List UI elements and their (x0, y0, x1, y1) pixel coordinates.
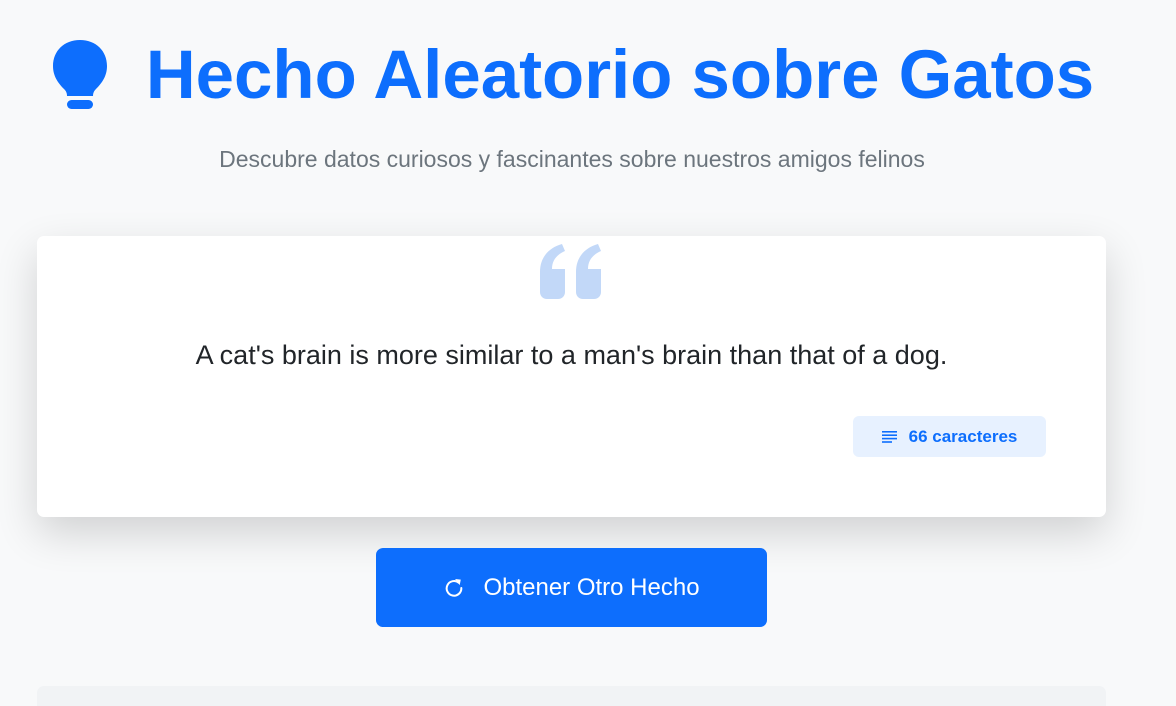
page-title: Hecho Aleatorio sobre Gatos (145, 35, 1095, 113)
fact-text: A cat's brain is more similar to a man's… (195, 340, 948, 370)
new-fact-button-label: Obtener Otro Hecho (483, 573, 700, 601)
new-fact-button[interactable]: Obtener Otro Hecho (376, 548, 767, 627)
page-header: Hecho Aleatorio sobre Gatos (0, 38, 1144, 110)
character-count-badge: 66 caracteres (853, 416, 1046, 457)
lightbulb-icon (52, 40, 107, 109)
refresh-icon (446, 578, 463, 597)
fact-card: A cat's brain is more similar to a man's… (37, 236, 1106, 517)
character-count-label: 66 caracteres (908, 426, 1018, 446)
text-lines-icon (881, 430, 897, 443)
bottom-panel (37, 686, 1106, 706)
page-subtitle: Descubre datos curiosos y fascinantes so… (219, 146, 925, 172)
quote-icon (539, 244, 601, 299)
